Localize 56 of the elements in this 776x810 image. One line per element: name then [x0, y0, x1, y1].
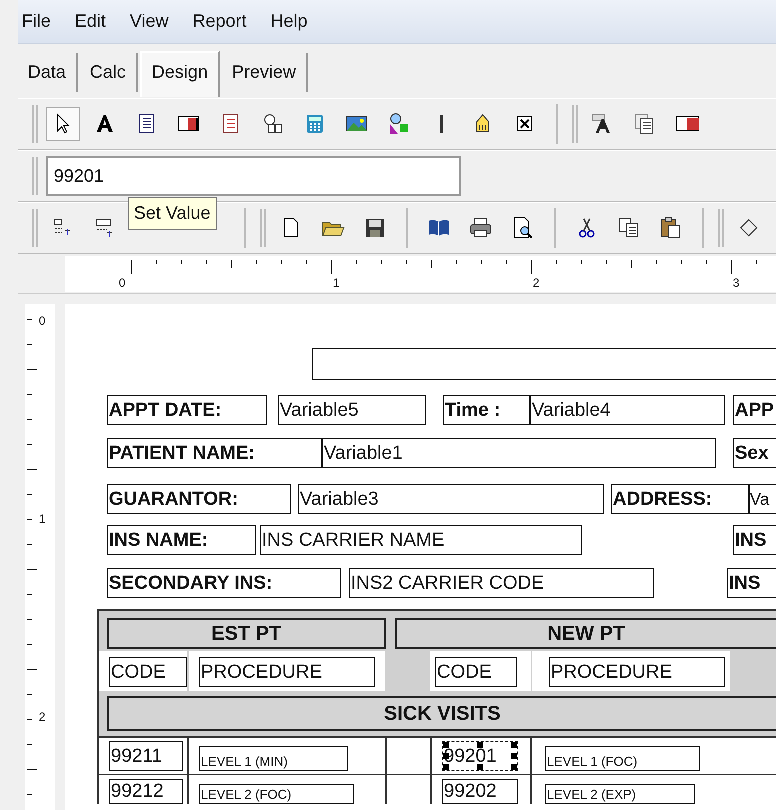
ruler-number: 0 — [39, 313, 46, 330]
printer-icon — [469, 216, 493, 240]
copy-icon — [617, 216, 641, 240]
report-field[interactable]: Va — [749, 484, 776, 514]
report-field[interactable]: LEVEL 1 (FOC) — [545, 746, 700, 771]
report-field[interactable]: Variable5 — [278, 395, 426, 425]
field-label[interactable]: APP — [733, 395, 776, 425]
report-field[interactable]: CODE — [109, 657, 187, 687]
field-label[interactable]: GUARANTOR: — [107, 484, 291, 514]
report-field[interactable]: LEVEL 1 (MIN) — [199, 746, 348, 771]
report-field[interactable]: PROCEDURE — [549, 657, 725, 687]
report-field[interactable]: 99202 — [442, 779, 518, 804]
report-field[interactable]: INS CARRIER NAME — [260, 525, 582, 555]
ruler-number: 1 — [39, 511, 46, 528]
tooltip: Set Value — [128, 197, 217, 230]
ruler-number: 2 — [39, 709, 46, 726]
report-field[interactable]: CODE — [435, 657, 517, 687]
ruler-number: 0 — [119, 275, 126, 292]
report-field[interactable]: PROCEDURE — [199, 657, 375, 687]
value-field[interactable]: 99201 — [46, 156, 461, 196]
report-field[interactable]: 99211 — [109, 741, 183, 771]
report-field[interactable]: Variable1 — [322, 438, 716, 468]
report-field[interactable]: Variable4 — [530, 395, 725, 425]
section-header[interactable]: SICK VISITS — [107, 696, 776, 731]
ruler-number: 3 — [733, 275, 740, 292]
menu-item[interactable]: File — [22, 8, 52, 35]
field-label[interactable]: ADDRESS: — [611, 484, 749, 514]
report-field[interactable]: INS2 CARRIER CODE — [349, 568, 654, 598]
paste-icon — [659, 216, 683, 240]
field-label[interactable]: SECONDARY INS: — [107, 568, 341, 598]
field-label[interactable]: APPT DATE: — [107, 395, 267, 425]
report-field[interactable]: 99212 — [109, 779, 183, 804]
shapes-icon — [387, 112, 411, 136]
menu-item[interactable]: View — [130, 8, 169, 35]
field-label[interactable]: INS — [727, 568, 776, 598]
save-icon — [363, 216, 387, 240]
section-header[interactable]: EST PT — [107, 618, 386, 649]
menu-item[interactable]: Help — [270, 8, 308, 35]
field-label[interactable]: Sex — [733, 438, 776, 468]
line-tool-icon — [440, 115, 442, 133]
report-field[interactable]: LEVEL 2 (EXP) — [545, 784, 695, 804]
field-label[interactable]: PATIENT NAME: — [107, 438, 322, 468]
field-label[interactable]: INS — [733, 525, 776, 555]
menu-item[interactable]: Report — [192, 8, 247, 35]
report-field[interactable]: LEVEL 2 (FOC) — [199, 784, 354, 804]
report-field[interactable]: Variable3 — [298, 484, 604, 514]
menu-item[interactable]: Edit — [75, 8, 106, 35]
title-field[interactable] — [312, 348, 776, 380]
selected-field[interactable]: 99201 — [442, 741, 518, 771]
field-label[interactable]: Time : — [443, 395, 530, 425]
toolbar-button[interactable] — [46, 107, 80, 141]
tab[interactable]: Design — [140, 51, 220, 97]
field-label[interactable]: INS NAME: — [107, 525, 256, 555]
ruler-number: 1 — [333, 275, 340, 292]
ruler-number: 2 — [533, 275, 540, 292]
section-header[interactable]: NEW PT — [395, 618, 776, 649]
